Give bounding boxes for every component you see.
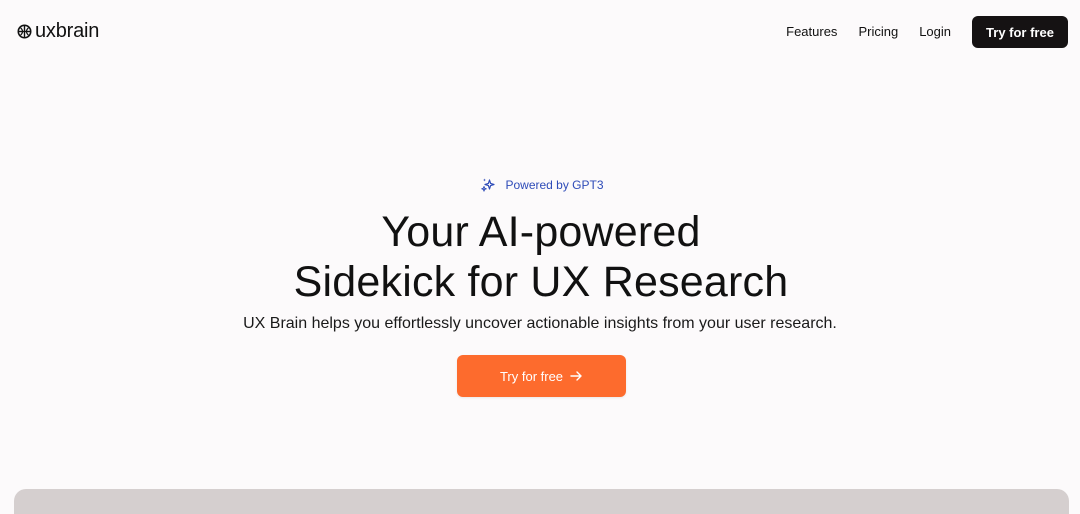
site-header: uxbrain Features Pricing Login Try for f… xyxy=(0,0,1080,64)
sparkles-icon xyxy=(480,177,496,193)
hero-try-free-button[interactable]: Try for free xyxy=(457,355,626,397)
hero-cta-label: Try for free xyxy=(499,368,564,384)
logo-text: uxbrain xyxy=(35,20,100,42)
logo-link[interactable]: uxbrain xyxy=(17,20,99,42)
nav-login-link[interactable]: Login xyxy=(919,16,951,48)
arrow-right-icon xyxy=(569,369,583,383)
nav-features-link[interactable]: Features xyxy=(786,16,837,48)
landing-page: uxbrain Features Pricing Login Try for f… xyxy=(0,0,1080,514)
hero-title: Your AI-powered Sidekick for UX Research xyxy=(0,207,1080,307)
main-nav: Features Pricing Login Try for free xyxy=(786,16,1068,48)
badge-text: Powered by GPT3 xyxy=(505,178,604,192)
nav-pricing-link[interactable]: Pricing xyxy=(858,16,898,48)
powered-by-badge: Powered by GPT3 xyxy=(0,177,1080,193)
header-try-free-button[interactable]: Try for free xyxy=(972,16,1068,48)
hero-title-line-1: Your AI-powered xyxy=(381,208,701,256)
hero-subtitle: UX Brain helps you effortlessly uncover … xyxy=(243,315,837,332)
hero-title-line-2: Sidekick for UX Research xyxy=(293,258,789,306)
brain-globe-icon xyxy=(17,24,32,39)
product-preview-panel xyxy=(14,489,1069,514)
